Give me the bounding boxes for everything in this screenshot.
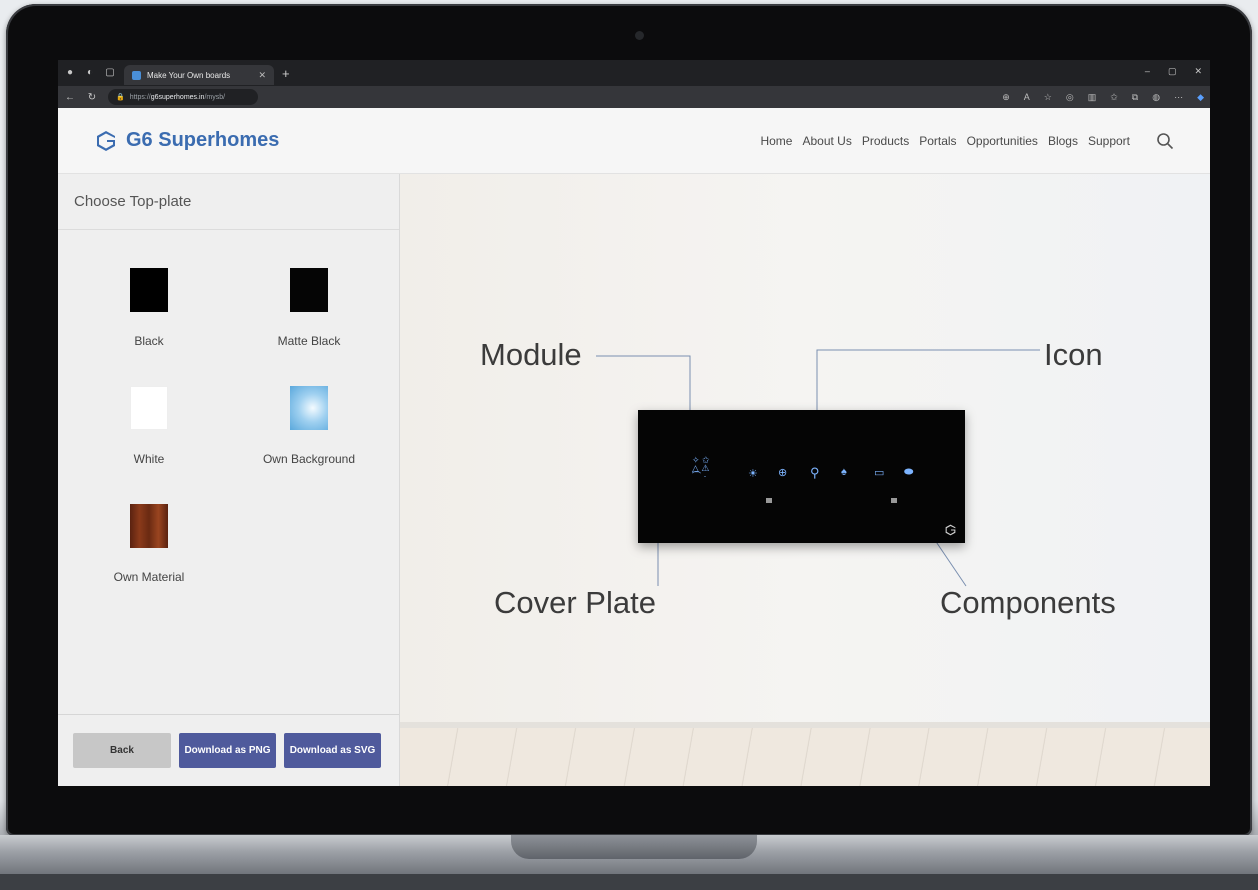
search-icon[interactable] [1156, 132, 1174, 150]
nav-opportunities[interactable]: Opportunities [967, 134, 1038, 148]
swatch-black-preview [130, 268, 168, 312]
more-menu-icon[interactable]: ⋯ [1174, 92, 1183, 103]
swatch-grid: Black Matte Black White Own Background O… [69, 268, 399, 584]
tab-actions-icon[interactable]: ▢ [104, 67, 116, 79]
nav-about-us[interactable]: About Us [802, 134, 851, 148]
swatch-label: Own Material [113, 570, 185, 584]
url-path: /mysb/ [204, 93, 226, 101]
brightness-icon[interactable]: ☀ [748, 467, 758, 480]
webcam [635, 31, 644, 40]
nav-products[interactable]: Products [862, 134, 909, 148]
tv-icon[interactable]: ▭ [874, 466, 884, 479]
favicon-icon [132, 70, 141, 80]
module-label: Module [480, 337, 582, 372]
socket-indicator-icon [766, 498, 772, 503]
swatch-label: Matte Black [277, 334, 341, 348]
zoom-icon[interactable]: ⊕ [1002, 92, 1010, 103]
site-header: G6 Superhomes Home About Us Products Por… [58, 108, 1210, 174]
components-label: Components [940, 585, 1116, 620]
minimize-button[interactable]: – [1145, 66, 1150, 77]
scene-icon[interactable]: ✧ ✩ △ ⚠ ⌒ · [692, 456, 710, 481]
swatch-matte-black[interactable]: Matte Black [229, 268, 389, 348]
window-controls: – ▢ ✕ [1145, 66, 1202, 77]
copilot-icon[interactable]: ◆ [1197, 92, 1204, 103]
site-logo[interactable]: G6 Superhomes [94, 129, 279, 153]
extension-icon[interactable]: ◎ [1066, 92, 1074, 103]
lock-icon: 🔒 [116, 94, 125, 101]
favorites-icon[interactable]: ✩ [1110, 92, 1118, 103]
swatch-matte-black-preview [290, 268, 328, 312]
close-tab-icon[interactable]: ✕ [258, 70, 266, 81]
browser-tab[interactable]: Make Your Own boards ✕ [124, 65, 274, 85]
nav-support[interactable]: Support [1088, 134, 1130, 148]
maximize-button[interactable]: ▢ [1168, 66, 1177, 77]
swatch-label: Own Background [262, 452, 356, 466]
close-window-button[interactable]: ✕ [1194, 66, 1202, 77]
nav-blogs[interactable]: Blogs [1048, 134, 1078, 148]
download-svg-button[interactable]: Download as SVG [284, 733, 381, 768]
swatch-label: White [133, 452, 165, 466]
split-screen-icon[interactable]: ▥ [1088, 92, 1097, 103]
configurator: Choose Top-plate Black Matte Black White… [58, 174, 1210, 786]
bulb-icon[interactable]: ⚲ [810, 465, 820, 481]
nav-home[interactable]: Home [760, 134, 792, 148]
logo-text: G6 Superhomes [126, 129, 280, 151]
nav-portals[interactable]: Portals [919, 134, 956, 148]
swatch-own-material[interactable]: Own Material [69, 504, 229, 584]
back-arrow-icon[interactable]: ← [64, 92, 76, 103]
laptop-bottom-edge [0, 874, 1258, 890]
lamp-icon[interactable]: ♠ [841, 466, 847, 478]
url-prefix: https:// [129, 93, 151, 101]
profile-sync-icon[interactable]: ◍ [1152, 92, 1160, 103]
laptop-notch [511, 835, 757, 859]
swatch-own-background[interactable]: Own Background [229, 386, 389, 466]
url-domain: g6superhomes.in [150, 93, 205, 101]
profile-icon[interactable]: ● [64, 67, 76, 79]
new-tab-button[interactable]: + [282, 66, 290, 81]
swatch-white[interactable]: White [69, 386, 229, 466]
browser-window: ● ◐ ▢ Make Your Own boards ✕ + – ▢ ✕ ← ↻… [58, 60, 1210, 786]
back-button[interactable]: Back [73, 733, 171, 768]
workspaces-icon[interactable]: ◐ [84, 67, 96, 79]
swatch-own-background-preview [290, 386, 328, 430]
plate-logo-icon [945, 524, 956, 536]
url-field[interactable]: 🔒 https://g6superhomes.in/mysb/ [108, 89, 258, 105]
top-plate-sidebar: Choose Top-plate Black Matte Black White… [58, 174, 400, 786]
read-aloud-icon[interactable]: A [1024, 92, 1030, 103]
sidebar-title: Choose Top-plate [58, 174, 399, 230]
collections-icon[interactable]: ⧉ [1132, 92, 1138, 103]
swatch-label: Black [134, 334, 164, 348]
cover-plate-label: Cover Plate [494, 585, 656, 620]
ac-icon[interactable]: ⬬ [904, 466, 913, 479]
sidebar-actions: Back Download as PNG Download as SVG [58, 714, 399, 786]
fan-icon[interactable]: ⊕ [778, 466, 787, 479]
swatch-own-material-preview [130, 504, 168, 548]
socket-indicator-icon [891, 498, 897, 503]
toolbar-icons: ⊕ A ☆ ◎ ▥ ✩ ⧉ ◍ ⋯ ◆ [1002, 92, 1204, 103]
g6-logo-icon [97, 130, 115, 151]
download-png-button[interactable]: Download as PNG [179, 733, 276, 768]
favorite-star-icon[interactable]: ☆ [1044, 92, 1052, 103]
tab-title: Make Your Own boards [147, 70, 231, 80]
swatch-white-preview [130, 386, 168, 430]
tab-bar: ● ◐ ▢ Make Your Own boards ✕ + – ▢ ✕ [58, 60, 1210, 86]
icon-label: Icon [1044, 337, 1103, 372]
swatch-black[interactable]: Black [69, 268, 229, 348]
switch-board-cover-plate[interactable]: ✧ ✩ △ ⚠ ⌒ · ☀ ⊕ ⚲ ♠ ▭ ⬬ [638, 410, 965, 543]
address-bar: ← ↻ 🔒 https://g6superhomes.in/mysb/ ⊕ A … [58, 86, 1210, 108]
board-preview: Module Icon Cover Plate Components ✧ ✩ △ … [400, 174, 1210, 786]
main-nav: Home About Us Products Portals Opportuni… [760, 132, 1174, 150]
reload-icon[interactable]: ↻ [86, 92, 98, 103]
